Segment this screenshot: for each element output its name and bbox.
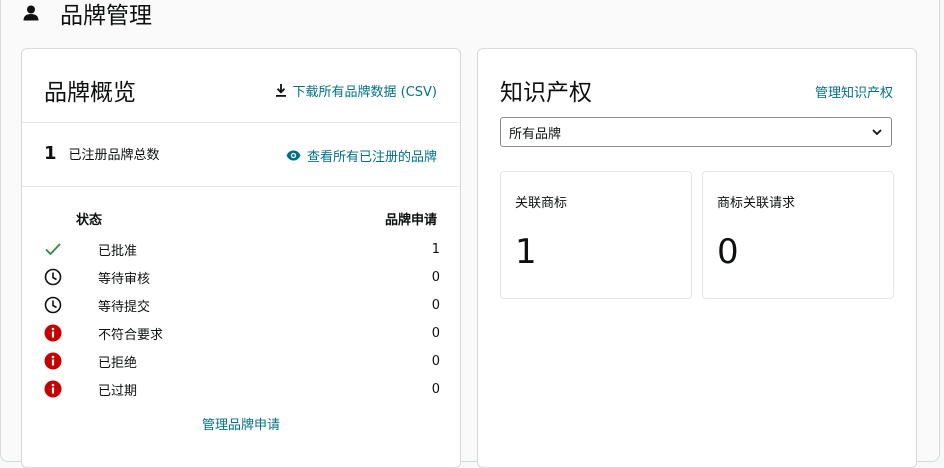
- intellectual-property-card: 知识产权 管理知识产权 所有品牌 关联商标 1 商标关联请求 0: [477, 48, 917, 468]
- ip-title: 知识产权: [500, 80, 592, 106]
- status-row-ineligible: 不符合要求 0: [44, 319, 440, 347]
- manage-ip-link[interactable]: 管理知识产权: [815, 82, 893, 101]
- status-row-pending-submission: 等待提交 0: [44, 291, 440, 319]
- alert-icon: [44, 352, 62, 370]
- divider: [22, 186, 460, 187]
- status-row-pending-review: 等待审核 0: [44, 263, 440, 291]
- stat-label: 商标关联请求: [717, 196, 796, 211]
- status-count: 1: [431, 241, 440, 257]
- brand-filter-select[interactable]: 所有品牌: [500, 117, 892, 147]
- manage-applications-wrapper: 管理品牌申请: [22, 414, 460, 433]
- view-registered-brands-label: 查看所有已注册的品牌: [306, 150, 437, 165]
- brand-filter-value: 所有品牌: [509, 126, 562, 142]
- chevron-down-icon: [872, 129, 882, 136]
- check-icon: [44, 240, 62, 258]
- clock-icon: [44, 296, 62, 314]
- total-registered: 1 已注册品牌总数: [44, 143, 160, 164]
- user-icon: [22, 4, 40, 22]
- page-header: 品牌管理: [22, 0, 152, 29]
- status-row-approved: 已批准 1: [44, 235, 440, 263]
- status-label: 等待审核: [98, 271, 151, 287]
- alert-icon: [44, 380, 62, 398]
- eye-icon: [286, 150, 301, 161]
- stat-value: 1: [515, 232, 537, 272]
- status-label: 已拒绝: [98, 355, 138, 371]
- total-registered-label: 已注册品牌总数: [68, 148, 160, 163]
- status-list: 已批准 1 等待审核 0 等待提交 0 不符合要求 0 已拒绝 0 已过期 0: [44, 235, 440, 403]
- brand-overview-title: 品牌概览: [44, 80, 136, 106]
- status-count: 0: [431, 353, 440, 369]
- stat-label: 关联商标: [515, 196, 568, 211]
- alert-icon: [44, 324, 62, 342]
- applications-column-header: 品牌申请: [384, 213, 437, 228]
- download-csv-link[interactable]: 下载所有品牌数据 (CSV): [275, 81, 438, 100]
- clock-icon: [44, 268, 62, 286]
- status-count: 0: [431, 381, 440, 397]
- status-row-rejected: 已拒绝 0: [44, 347, 440, 375]
- linked-trademarks-stat: 关联商标 1: [500, 171, 692, 299]
- download-icon: [275, 84, 286, 97]
- status-label: 已批准: [98, 243, 138, 259]
- status-column-header: 状态: [76, 213, 103, 228]
- divider: [22, 122, 460, 123]
- status-label: 已过期: [98, 383, 138, 399]
- trademark-link-requests-stat: 商标关联请求 0: [702, 171, 894, 299]
- manage-applications-link[interactable]: 管理品牌申请: [202, 418, 280, 433]
- status-count: 0: [431, 297, 440, 313]
- status-count: 0: [431, 269, 440, 285]
- status-count: 0: [431, 325, 440, 341]
- brand-overview-card: 品牌概览 下载所有品牌数据 (CSV) 1 已注册品牌总数 查看所有已注册的品牌…: [21, 48, 461, 468]
- page-title: 品牌管理: [60, 3, 152, 29]
- view-registered-brands-link[interactable]: 查看所有已注册的品牌: [286, 146, 437, 165]
- status-row-expired: 已过期 0: [44, 375, 440, 403]
- status-label: 不符合要求: [98, 327, 164, 343]
- download-csv-label: 下载所有品牌数据 (CSV): [292, 85, 438, 100]
- status-label: 等待提交: [98, 299, 151, 315]
- stat-value: 0: [717, 232, 739, 272]
- total-registered-count: 1: [44, 143, 57, 164]
